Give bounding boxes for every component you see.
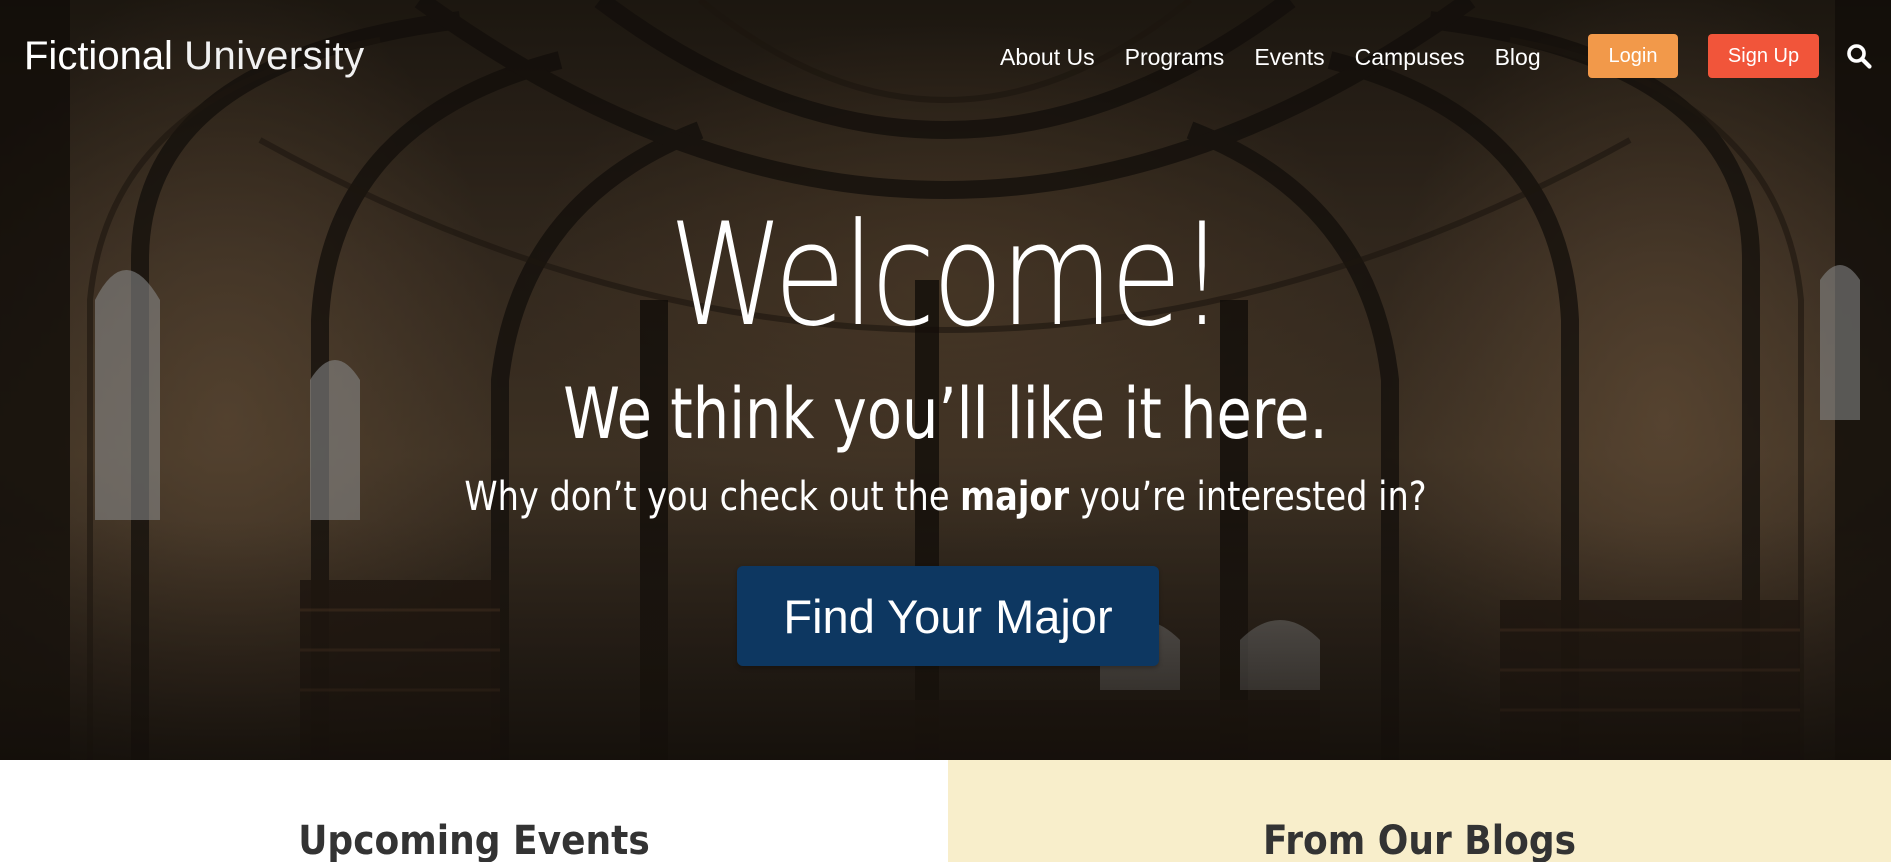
main-nav: About Us Programs Events Campuses Blog <box>1000 42 1571 72</box>
nav-link-campuses[interactable]: Campuses <box>1355 42 1465 72</box>
logo-text-light: University <box>184 34 365 78</box>
logo-text-strong: Fictional <box>24 34 173 78</box>
blogs-heading: From Our Blogs <box>1262 818 1577 862</box>
sign-up-button[interactable]: Sign Up <box>1708 34 1819 78</box>
nav-link-programs[interactable]: Programs <box>1125 42 1225 72</box>
hero-tagline-start: Why don’t you check out the <box>464 474 961 520</box>
upcoming-events-heading: Upcoming Events <box>298 818 650 862</box>
nav-link-about-us[interactable]: About Us <box>1000 42 1095 72</box>
login-button[interactable]: Login <box>1588 34 1678 78</box>
nav-link-blog[interactable]: Blog <box>1495 42 1541 72</box>
nav-link-events[interactable]: Events <box>1254 42 1324 72</box>
hero-subtitle: We think you’ll like it here. <box>563 373 1328 455</box>
search-icon <box>1847 44 1872 69</box>
site-logo[interactable]: Fictional University <box>24 30 365 82</box>
upcoming-events-section: Upcoming Events <box>0 760 948 862</box>
hero-tagline-bold: major <box>960 474 1070 520</box>
hero-tagline: Why don’t you check out the major you’re… <box>151 472 1739 522</box>
blogs-section: From Our Blogs <box>948 760 1891 862</box>
find-your-major-button[interactable]: Find Your Major <box>737 566 1159 666</box>
hero-tagline-end: you’re interested in? <box>1069 474 1427 520</box>
search-button[interactable] <box>1846 43 1872 69</box>
hero-title: Welcome! <box>668 193 1225 358</box>
